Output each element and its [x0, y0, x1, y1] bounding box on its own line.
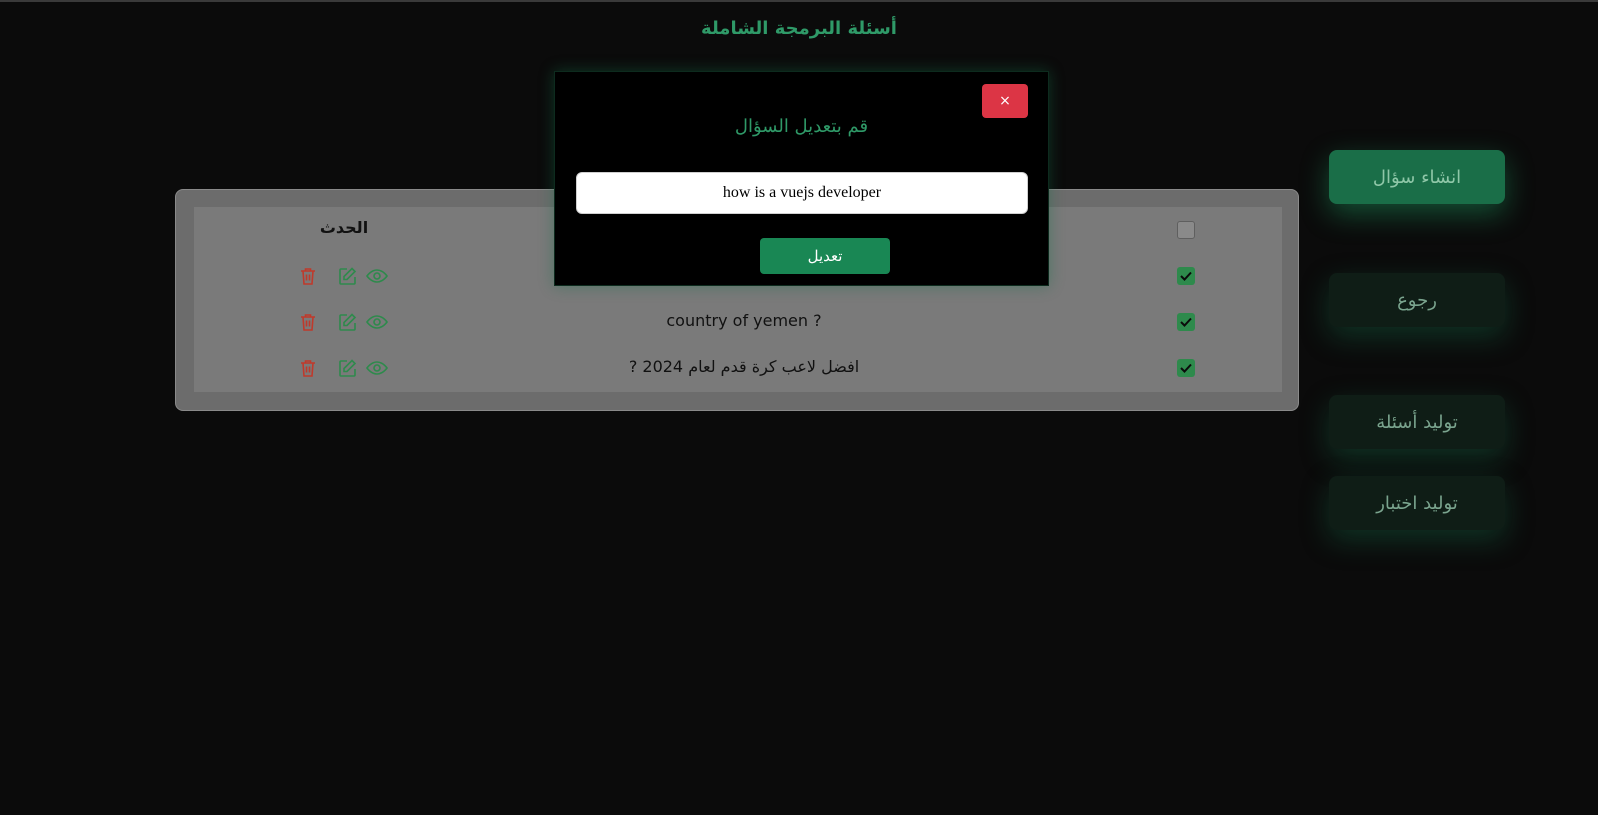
create-question-button[interactable]: انشاء سؤال — [1329, 150, 1505, 204]
trash-icon — [301, 359, 315, 377]
select-all-checkbox[interactable] — [1177, 221, 1195, 239]
eye-icon — [366, 315, 388, 329]
check-icon — [1180, 363, 1192, 373]
page-title: أسئلة البرمجة الشاملة — [701, 18, 897, 39]
edit-question-modal: × قم بتعديل السؤال تعديل — [554, 71, 1049, 286]
edit-icon — [338, 358, 356, 377]
view-button[interactable] — [366, 311, 388, 333]
edit-button[interactable] — [336, 357, 358, 379]
view-button[interactable] — [366, 265, 388, 287]
edit-icon — [338, 266, 356, 285]
question-input[interactable] — [576, 172, 1028, 214]
eye-icon — [366, 269, 388, 283]
modal-title: قم بتعديل السؤال — [734, 116, 869, 137]
edit-submit-button[interactable]: تعديل — [760, 238, 890, 274]
row-checkbox[interactable] — [1177, 267, 1195, 285]
actions-header: الحدث — [319, 218, 369, 237]
edit-icon — [338, 312, 356, 331]
trash-icon — [301, 313, 315, 331]
edit-button[interactable] — [336, 265, 358, 287]
back-button[interactable]: رجوع — [1329, 273, 1505, 327]
check-icon — [1180, 271, 1192, 281]
eye-icon — [366, 361, 388, 375]
edit-button[interactable] — [336, 311, 358, 333]
modal-close-button[interactable]: × — [982, 84, 1028, 118]
check-icon — [1180, 317, 1192, 327]
trash-icon — [301, 267, 315, 285]
delete-button[interactable] — [297, 265, 319, 287]
row-checkbox[interactable] — [1177, 313, 1195, 331]
row-checkbox[interactable] — [1177, 359, 1195, 377]
question-text: country of yemen ? — [666, 311, 822, 330]
delete-button[interactable] — [297, 357, 319, 379]
generate-questions-button[interactable]: توليد أسئلة — [1329, 395, 1505, 449]
top-border — [0, 0, 1598, 2]
table-row: ? افضل لاعب كرة قدم لعام 2024 — [194, 345, 1282, 391]
delete-button[interactable] — [297, 311, 319, 333]
view-button[interactable] — [366, 357, 388, 379]
question-text: ? افضل لاعب كرة قدم لعام 2024 — [628, 357, 860, 376]
generate-test-button[interactable]: توليد اختبار — [1329, 476, 1505, 530]
table-row: country of yemen ? — [194, 299, 1282, 345]
